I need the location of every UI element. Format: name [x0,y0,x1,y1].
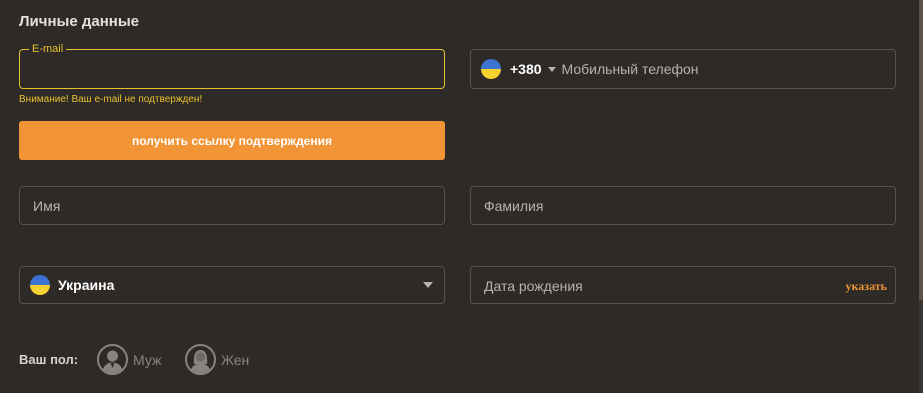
country-value: Украина [58,277,115,293]
email-field[interactable]: E-mail [19,43,445,89]
scrollbar-thumb[interactable] [919,0,923,300]
chevron-down-icon[interactable] [547,66,556,72]
phone-country-code[interactable]: +380 [510,61,542,77]
female-avatar-icon[interactable] [185,344,216,375]
section-title: Личные данные [19,13,139,30]
first-name-field[interactable] [19,186,445,225]
ukraine-flag-icon[interactable] [481,59,501,79]
specify-date-link[interactable]: указать [846,279,887,294]
first-name-input[interactable] [20,187,444,224]
ukraine-flag-icon [30,275,50,295]
email-warning: Внимание! Ваш e-mail не подтвержден! [19,94,203,105]
get-confirmation-link-button[interactable]: получить ссылку подтверждения [19,121,445,160]
country-select[interactable]: Украина [19,266,445,304]
gender-female-label[interactable]: Жен [221,352,249,368]
email-input[interactable] [20,50,444,88]
gender-label: Ваш пол: [19,352,79,367]
phone-placeholder[interactable]: Мобильный телефон [562,61,699,77]
birth-date-placeholder: Дата рождения [484,278,583,294]
birth-date-field[interactable]: Дата рождения указать [470,266,896,304]
chevron-down-icon[interactable] [423,282,433,288]
gender-option-male[interactable]: Муж [97,344,161,375]
male-avatar-icon[interactable] [97,344,128,375]
last-name-field[interactable] [470,186,896,225]
gender-male-label[interactable]: Муж [133,352,161,368]
last-name-input[interactable] [471,187,895,224]
gender-option-female[interactable]: Жен [185,344,249,375]
phone-field[interactable]: +380 Мобильный телефон [470,49,896,89]
